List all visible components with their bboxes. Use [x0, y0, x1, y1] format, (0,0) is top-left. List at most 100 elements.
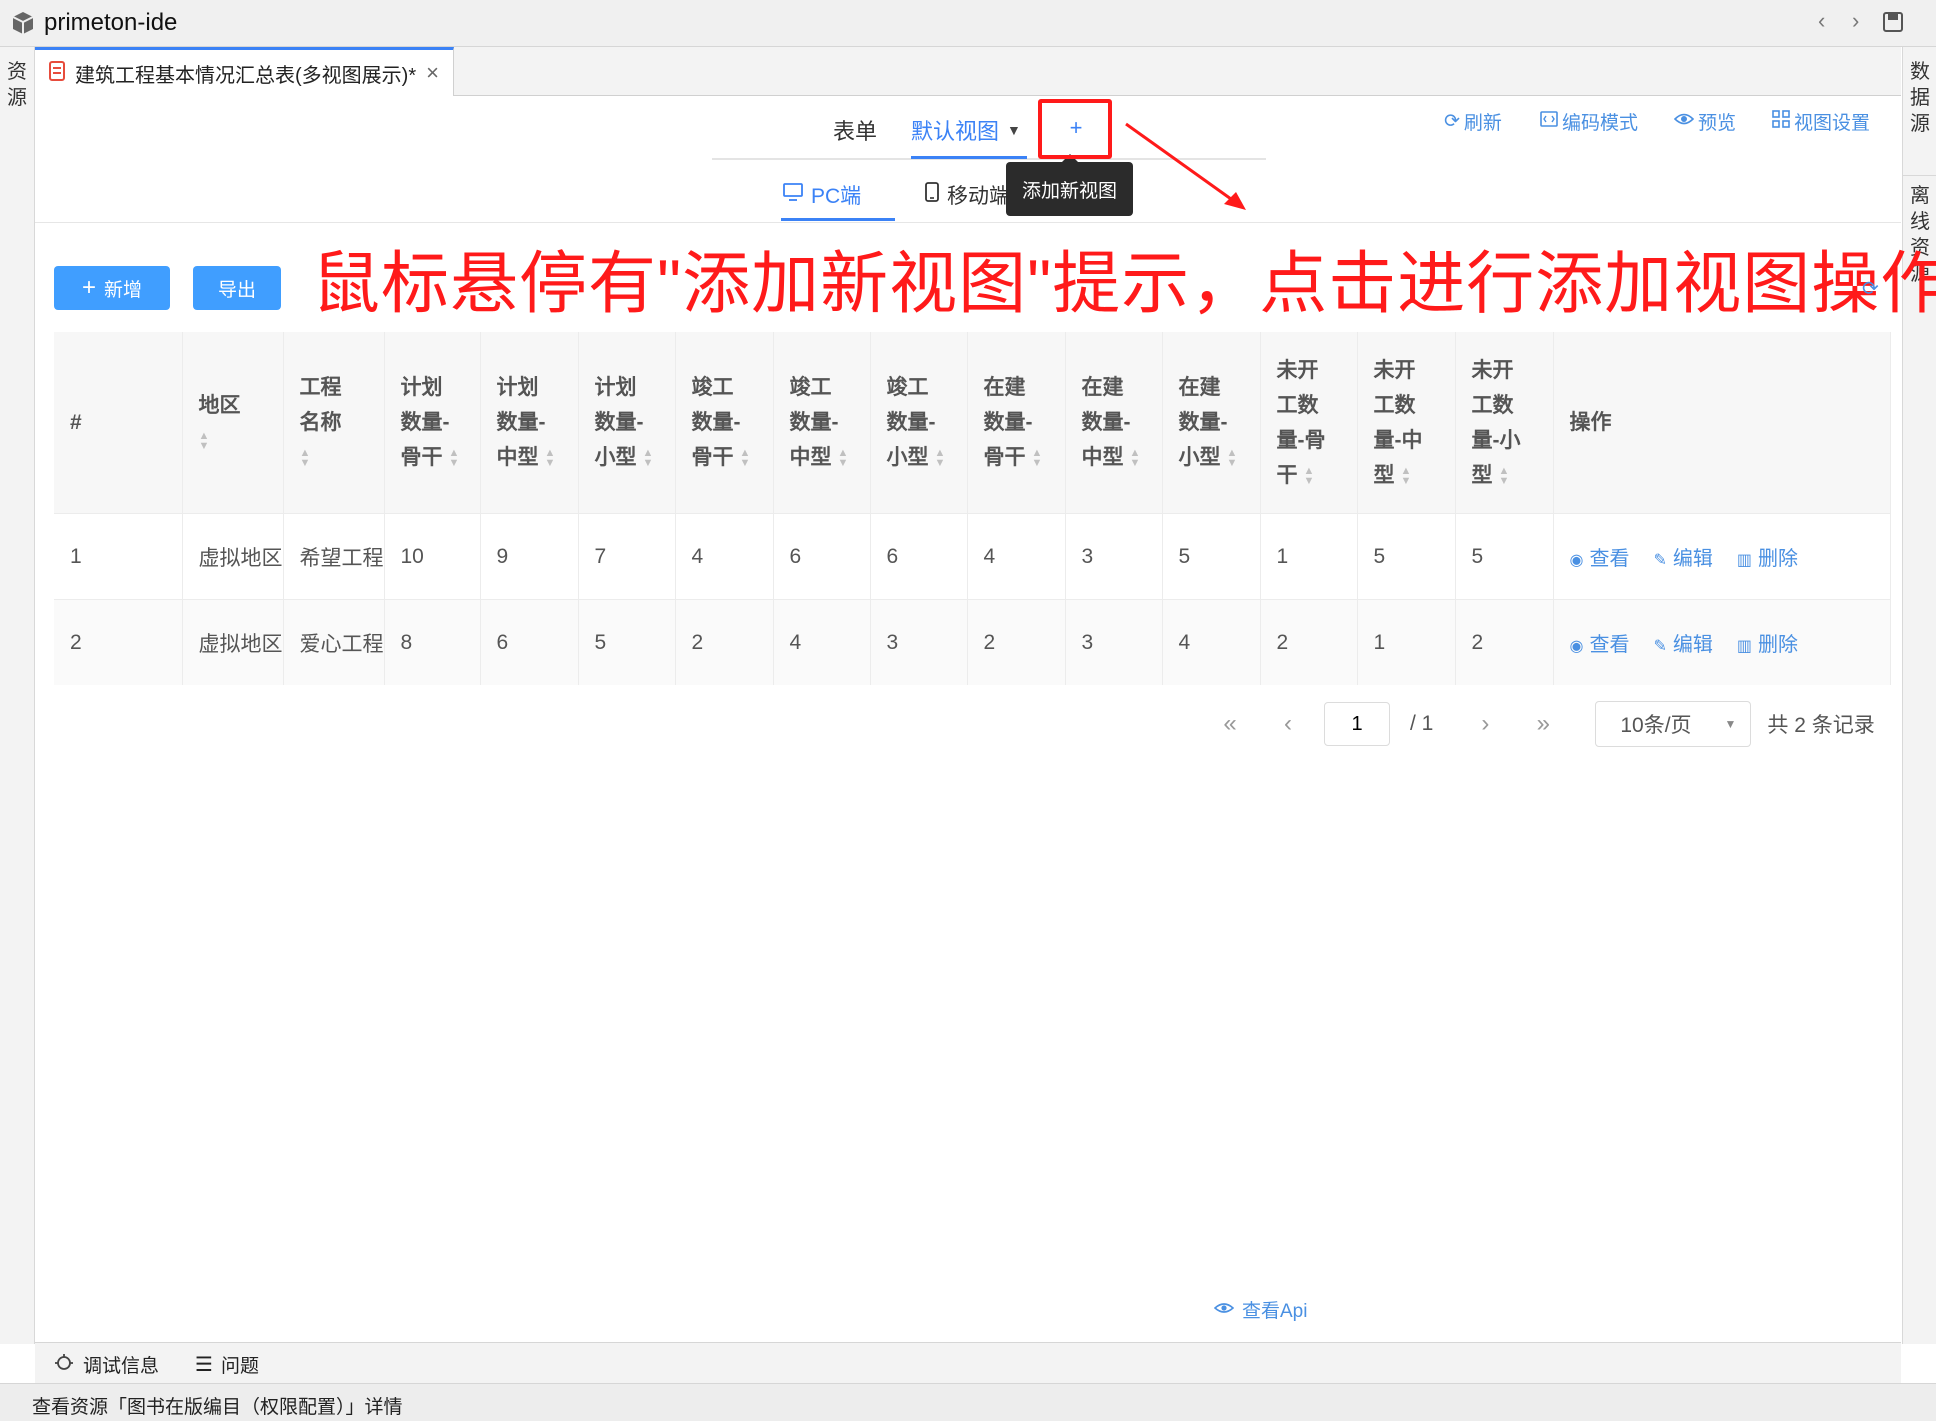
caret-down-icon[interactable]: ▼ [1007, 122, 1021, 138]
column-header[interactable]: 未开 工数 量-骨干 ▲ ▼ [1260, 332, 1358, 514]
sort-icon[interactable]: ▲ ▼ [300, 448, 311, 469]
monitor-icon [783, 183, 803, 207]
refresh-button[interactable]: ⟳ 刷新 [1444, 108, 1502, 135]
export-button[interactable]: 导出 [193, 266, 281, 310]
sort-icon[interactable]: ▲ ▼ [643, 448, 654, 469]
column-header[interactable]: 未开 工数 量-中型 ▲ ▼ [1357, 332, 1456, 514]
table-cell: 3 [1065, 599, 1163, 685]
column-header-label: 干 [1276, 463, 1298, 487]
column-header-label: 地区 [198, 393, 241, 417]
column-header-label: 量-中 [1373, 428, 1423, 452]
sort-icon[interactable]: ▲ ▼ [1032, 448, 1043, 469]
column-header-label: 型 [1471, 463, 1493, 487]
save-icon[interactable] [1882, 11, 1904, 38]
row-actions: ◉ 查看 ✎ 编辑 ▥ 删除 [1553, 513, 1891, 600]
sort-icon[interactable]: ▲ ▼ [740, 448, 751, 469]
last-page-icon[interactable]: » [1521, 710, 1565, 738]
table-cell: 2 [1260, 599, 1358, 685]
close-icon[interactable]: × [426, 60, 439, 86]
problems-tab[interactable]: ☰ 问题 [195, 1351, 259, 1378]
data-table: # 地区 ▲ ▼ 工程 名称 ▲ ▼ 计划 数量- 骨干 ▲ ▼ 计划 数量- 中型 ▲ ▼ 计划 数量- 小型 ▲ ▼ 竣工… [54, 332, 1891, 685]
eye-icon: ◉ [1569, 552, 1584, 569]
column-header-label: 中型 [789, 446, 832, 469]
first-page-icon[interactable]: « [1208, 710, 1252, 738]
sort-icon[interactable]: ▲ ▼ [1499, 465, 1510, 486]
back-icon[interactable]: ‹ [1818, 8, 1825, 34]
column-header-label: 骨干 [983, 446, 1026, 469]
tab-form[interactable]: 表单 [833, 114, 877, 146]
debug-info-tab[interactable]: 调试信息 [53, 1351, 159, 1378]
column-header[interactable]: 未开 工数 量-小型 ▲ ▼ [1455, 332, 1554, 514]
column-header[interactable]: 竣工 数量- 小型 ▲ ▼ [870, 332, 968, 514]
debug-info-label: 调试信息 [83, 1356, 160, 1377]
column-header-label: 名称 [299, 411, 342, 434]
tab-mobile-label: 移动端 [947, 185, 1010, 208]
table-cell: 6 [773, 513, 871, 600]
sort-icon[interactable]: ▲ ▼ [1401, 465, 1412, 486]
column-header-label: 数量- [400, 411, 450, 434]
rail-divider [1903, 175, 1936, 176]
column-header[interactable]: 竣工 数量- 中型 ▲ ▼ [773, 332, 871, 514]
view-action[interactable]: ◉ 查看 [1570, 634, 1630, 656]
column-header[interactable]: 计划 数量- 中型 ▲ ▼ [480, 332, 579, 514]
column-header[interactable]: 计划 数量- 小型 ▲ ▼ [578, 332, 676, 514]
resource-panel-toggle[interactable]: 资源 [6, 59, 28, 111]
sort-icon[interactable]: ▲ ▼ [838, 448, 849, 469]
column-header[interactable]: 地区 ▲ ▼ [182, 332, 284, 514]
table-cell: 2 [675, 599, 774, 685]
sort-icon[interactable]: ▲ ▼ [1304, 465, 1315, 486]
refresh-icon: ⟳ [1444, 111, 1460, 132]
row-actions: ◉ 查看 ✎ 编辑 ▥ 删除 [1553, 599, 1891, 685]
add-button[interactable]: + 新增 [54, 266, 170, 310]
sort-icon[interactable]: ▲ ▼ [1130, 448, 1141, 469]
sort-icon[interactable]: ▲ ▼ [1227, 448, 1238, 469]
sort-icon[interactable]: ▲ ▼ [545, 448, 556, 469]
column-header-label: 数量- [594, 411, 644, 434]
column-header-label: 小型 [886, 446, 929, 469]
sort-icon[interactable]: ▲ ▼ [199, 430, 210, 451]
preview-button[interactable]: 预览 [1673, 108, 1737, 135]
prev-page-icon[interactable]: ‹ [1266, 710, 1310, 738]
table-cell: 1 [54, 513, 183, 600]
column-header[interactable]: 在建 数量- 小型 ▲ ▼ [1162, 332, 1261, 514]
phone-icon [925, 182, 939, 208]
editor-tab-label: 建筑工程基本情况汇总表(多视图展示)* [75, 64, 417, 87]
table-refresh-icon[interactable]: ⟳ [1862, 276, 1879, 301]
column-header[interactable]: 在建 数量- 骨干 ▲ ▼ [967, 332, 1066, 514]
column-header-label: 竣工 [789, 376, 832, 399]
device-tab-bar: PC端 移动端 [35, 160, 1901, 223]
view-settings-button[interactable]: 视图设置 [1772, 108, 1870, 135]
next-page-icon[interactable]: › [1463, 710, 1507, 738]
delete-action-label: 删除 [1758, 634, 1798, 656]
sort-icon[interactable]: ▲ ▼ [935, 448, 946, 469]
column-header-label: 工数 [1471, 393, 1514, 417]
column-header-label: 未开 [1471, 358, 1514, 382]
tab-default-view[interactable]: 默认视图 ▼ [911, 114, 1021, 146]
sort-icon[interactable]: ▲ ▼ [449, 448, 460, 469]
edit-action[interactable]: ✎ 编辑 [1653, 548, 1712, 570]
view-action[interactable]: ◉ 查看 [1570, 548, 1630, 570]
tab-pc[interactable]: PC端 [783, 180, 861, 210]
column-header[interactable]: 计划数量- 骨干 ▲ ▼ [384, 332, 481, 514]
page-size-select[interactable]: 10条/页 ▼ [1595, 701, 1752, 747]
column-header-label: 计划 [400, 376, 443, 399]
preview-label: 预览 [1698, 113, 1737, 134]
column-header[interactable]: 竣工 数量- 骨干 ▲ ▼ [675, 332, 774, 514]
column-header-label: 数量- [886, 411, 936, 434]
app-title: primeton-ide [44, 9, 178, 36]
column-header[interactable]: 工程 名称 ▲ ▼ [283, 332, 385, 514]
data-source-panel-toggle[interactable]: 数据源 [1909, 59, 1931, 137]
delete-action[interactable]: ▥ 删除 [1737, 548, 1798, 570]
code-mode-button[interactable]: 编码模式 [1540, 108, 1638, 135]
column-header-label: 骨干 [400, 446, 443, 469]
column-header-label: 数量- [983, 411, 1033, 434]
column-header[interactable]: 在建 数量- 中型 ▲ ▼ [1065, 332, 1163, 514]
column-header-label: 小型 [594, 446, 637, 469]
editor-tab[interactable]: 建筑工程基本情况汇总表(多视图展示)* × [35, 47, 454, 96]
edit-action[interactable]: ✎ 编辑 [1653, 634, 1712, 656]
forward-icon[interactable]: › [1852, 8, 1859, 34]
eye-icon [1673, 111, 1695, 133]
page-number-input[interactable] [1324, 702, 1390, 746]
view-api-link[interactable]: 查看Api [1213, 1296, 1307, 1323]
delete-action[interactable]: ▥ 删除 [1737, 634, 1798, 656]
